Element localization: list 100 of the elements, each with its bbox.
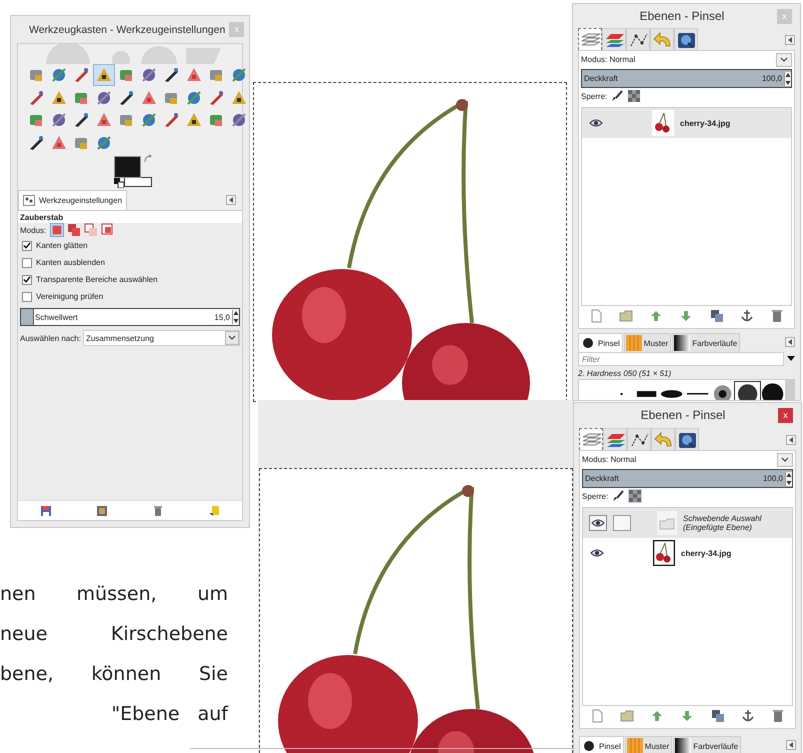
duplicate-icon[interactable] bbox=[710, 709, 725, 723]
checkbox-label: Transparente Bereiche auswählen bbox=[36, 275, 158, 284]
tool-icon bbox=[140, 66, 158, 84]
dock-tab[interactable] bbox=[579, 428, 603, 450]
layer-note: (Eingefügte Ebene) bbox=[683, 523, 753, 532]
trash-icon[interactable] bbox=[152, 504, 164, 516]
dock-tab[interactable] bbox=[675, 428, 699, 450]
checkbox[interactable] bbox=[22, 258, 32, 268]
cherry-thumbnail bbox=[653, 540, 675, 566]
picture-icon[interactable] bbox=[96, 504, 108, 516]
save-icon[interactable] bbox=[40, 504, 52, 516]
tool-options-tab[interactable]: Werkzeugeinstellungen bbox=[18, 190, 128, 210]
caret-icon[interactable] bbox=[777, 452, 793, 466]
mode-button[interactable] bbox=[50, 223, 64, 237]
dock-tab[interactable] bbox=[674, 28, 698, 50]
pattern-icon bbox=[626, 335, 642, 351]
brush-icon[interactable] bbox=[612, 490, 624, 502]
dropdown-arrow-icon[interactable] bbox=[787, 356, 795, 362]
dock-tab[interactable]: Muster bbox=[624, 736, 672, 753]
window-title: Ebenen - Pinsel bbox=[640, 408, 726, 422]
close-button[interactable]: x bbox=[778, 408, 793, 422]
checkbox-label: Kanten glätten bbox=[36, 241, 88, 250]
dock-tab[interactable] bbox=[578, 28, 602, 50]
page-icon[interactable] bbox=[590, 709, 604, 723]
undo-arrow-icon bbox=[652, 430, 674, 448]
panel-menu-button[interactable] bbox=[785, 337, 795, 347]
layer-row[interactable]: cherry-34.jpg bbox=[582, 108, 791, 138]
brush-icon[interactable] bbox=[611, 90, 624, 102]
select-by-label: Auswählen nach: bbox=[20, 334, 81, 342]
up-arrow-icon[interactable] bbox=[650, 709, 664, 723]
tool-icon bbox=[230, 111, 248, 129]
caret-icon[interactable] bbox=[776, 52, 792, 66]
dock-tab[interactable]: Pinsel bbox=[578, 333, 623, 352]
checkbox-label: Kanten ausblenden bbox=[36, 258, 105, 267]
dock-tab[interactable]: Pinsel bbox=[579, 736, 624, 753]
dock-tab[interactable] bbox=[626, 28, 650, 50]
panel-menu-button[interactable] bbox=[785, 35, 795, 45]
brush-preview-icon[interactable] bbox=[760, 382, 786, 400]
threshold-slider[interactable]: Schwellwert 15,0 bbox=[20, 308, 240, 326]
trash-icon[interactable] bbox=[770, 309, 784, 323]
selection-mode-icon bbox=[101, 223, 116, 237]
brush-preview-icon bbox=[581, 738, 597, 753]
anchor-icon[interactable] bbox=[740, 709, 755, 723]
folder-icon[interactable] bbox=[619, 309, 634, 323]
slider-fill[interactable] bbox=[21, 309, 34, 325]
mode-dropdown[interactable]: Modus: Normal bbox=[582, 455, 636, 464]
mode-button[interactable] bbox=[84, 223, 98, 237]
reset-icon[interactable] bbox=[208, 504, 220, 516]
foreground-color-swatch[interactable] bbox=[114, 156, 141, 178]
layer-name: cherry-34.jpg bbox=[681, 548, 732, 558]
down-arrow-icon[interactable] bbox=[679, 309, 694, 323]
tool-button[interactable] bbox=[92, 64, 114, 86]
filter-field[interactable]: Filter bbox=[578, 352, 784, 366]
tool-icon bbox=[50, 111, 68, 129]
dock-tab[interactable]: Farbverläufe bbox=[673, 736, 742, 753]
panel-menu-button[interactable] bbox=[786, 435, 796, 445]
tool-icon bbox=[140, 88, 158, 106]
opacity-slider[interactable]: Deckkraft 100,0 bbox=[582, 469, 793, 488]
spin-arrows-icon[interactable] bbox=[784, 72, 791, 86]
panel-menu-button[interactable] bbox=[786, 740, 796, 750]
tool-icon bbox=[94, 111, 112, 129]
trash-icon[interactable] bbox=[770, 709, 785, 723]
mode-dropdown[interactable]: Modus: Normal bbox=[581, 55, 636, 64]
scrollbar[interactable] bbox=[785, 380, 794, 400]
panel-menu-button[interactable] bbox=[226, 195, 236, 205]
layer-row[interactable]: cherry-34.jpg bbox=[583, 538, 792, 568]
spin-arrows-icon[interactable] bbox=[785, 472, 792, 486]
lock-alpha-button[interactable] bbox=[627, 89, 642, 103]
slider-label: Deckkraft bbox=[583, 74, 618, 83]
tool-name: Zauberstab bbox=[18, 211, 242, 223]
pattern-icon bbox=[626, 738, 643, 753]
opacity-slider[interactable]: Deckkraft 100,0 bbox=[581, 69, 792, 88]
down-arrow-icon[interactable] bbox=[680, 709, 694, 723]
eye-icon[interactable] bbox=[591, 519, 605, 527]
checkbox[interactable] bbox=[22, 292, 32, 302]
up-arrow-icon[interactable] bbox=[649, 309, 664, 323]
select-by-dropdown[interactable]: Zusammensetzung bbox=[82, 330, 240, 346]
dock-tab[interactable]: Farbverläufe bbox=[672, 333, 740, 352]
eye-icon[interactable] bbox=[589, 119, 603, 127]
duplicate-icon[interactable] bbox=[710, 309, 724, 323]
mode-button[interactable] bbox=[67, 223, 82, 237]
layer-row[interactable]: Schwebende Auswahl (Eingefügte Ebene) bbox=[583, 508, 792, 538]
tool-icon bbox=[140, 111, 158, 129]
swap-arrow-icon[interactable] bbox=[143, 154, 153, 164]
lock-alpha-button[interactable] bbox=[628, 489, 642, 503]
tool-icon bbox=[94, 66, 112, 84]
tool-icon bbox=[50, 134, 68, 152]
checkbox[interactable] bbox=[22, 240, 32, 250]
folder-icon[interactable] bbox=[620, 709, 634, 723]
dock-tab[interactable] bbox=[627, 428, 651, 450]
spin-arrows-icon[interactable] bbox=[232, 310, 239, 324]
mode-button[interactable] bbox=[101, 223, 116, 237]
dock-tab[interactable]: Muster bbox=[624, 333, 672, 352]
page-icon[interactable] bbox=[589, 309, 604, 323]
anchor-icon[interactable] bbox=[740, 309, 754, 323]
default-colors-icon[interactable] bbox=[114, 178, 124, 188]
checkbox[interactable] bbox=[22, 274, 32, 284]
brush-preview-icon[interactable] bbox=[734, 382, 760, 400]
eye-icon[interactable] bbox=[590, 549, 604, 557]
slider-value: 100,0 bbox=[762, 74, 783, 83]
